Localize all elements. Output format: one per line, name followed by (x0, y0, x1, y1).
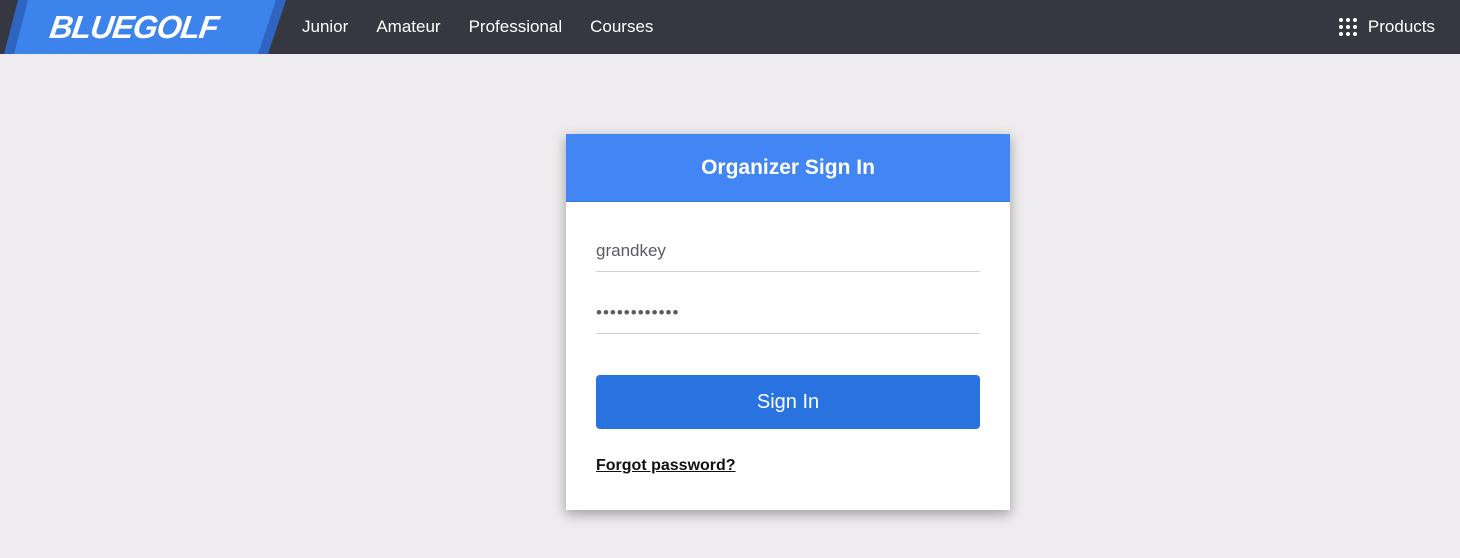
nav-item-amateur[interactable]: Amateur (376, 17, 440, 37)
grid-icon (1338, 18, 1357, 36)
top-navigation-bar: BLUEGOLF Junior Amateur Professional Cou… (0, 0, 1460, 54)
username-field[interactable] (596, 232, 980, 270)
page-title: Organizer Sign In (701, 155, 875, 179)
signin-card: Organizer Sign In Sign In Forgot passwor… (566, 134, 1010, 510)
password-field-container (596, 294, 980, 334)
bluegolf-logo[interactable]: BLUEGOLF (0, 0, 290, 54)
signin-button[interactable]: Sign In (596, 375, 980, 429)
nav-item-junior[interactable]: Junior (302, 17, 348, 37)
products-menu-button[interactable]: Products (1338, 0, 1435, 54)
nav-item-professional[interactable]: Professional (469, 17, 563, 37)
main-nav: Junior Amateur Professional Courses (302, 0, 681, 54)
signin-card-header: Organizer Sign In (566, 134, 1010, 202)
logo-wordmark: BLUEGOLF (47, 9, 221, 45)
nav-item-courses[interactable]: Courses (590, 17, 653, 37)
forgot-password-link[interactable]: Forgot password? (596, 457, 736, 475)
products-label: Products (1367, 17, 1435, 36)
username-field-container (596, 232, 980, 272)
password-field[interactable] (596, 294, 980, 332)
